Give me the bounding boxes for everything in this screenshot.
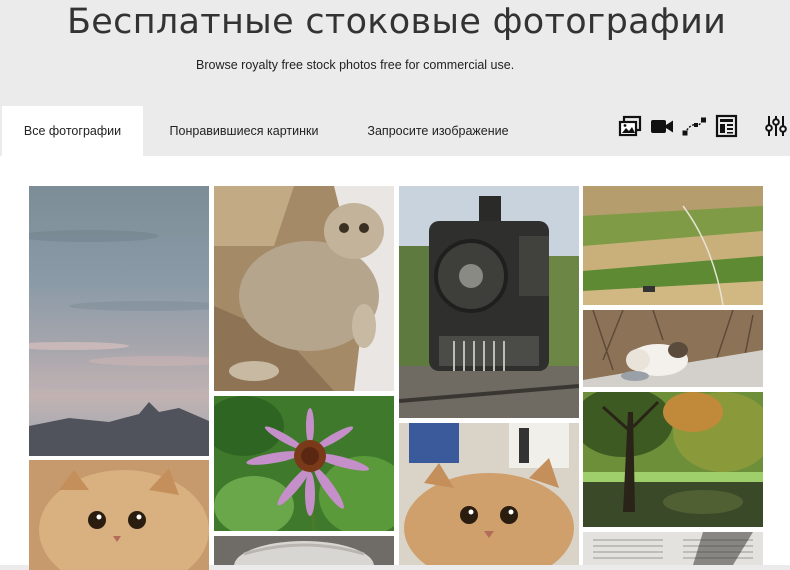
steam-locomotive-photo[interactable]	[399, 186, 579, 418]
cat-lying-photo[interactable]	[214, 186, 394, 391]
tab-all-photos[interactable]: Все фотографии	[2, 106, 143, 156]
photos-icon[interactable]	[618, 114, 644, 138]
newspaper-photo[interactable]	[583, 532, 763, 565]
coneflower-photo[interactable]	[214, 396, 394, 531]
knit-hat-photo[interactable]	[214, 536, 394, 565]
filters-icon[interactable]	[764, 114, 790, 138]
cat-closeup-photo[interactable]	[29, 460, 209, 570]
video-icon[interactable]	[650, 114, 676, 138]
page-title: Бесплатные стоковые фотографии	[67, 2, 727, 42]
page-subtitle: Browse royalty free stock photos free fo…	[196, 58, 515, 72]
vector-icon[interactable]	[681, 114, 707, 138]
tab-request-image[interactable]: Запросите изображение	[358, 106, 518, 156]
layout-icon[interactable]	[714, 114, 740, 138]
photo-gallery	[0, 156, 790, 570]
cat-window-photo[interactable]	[399, 423, 579, 565]
cat-eating-photo[interactable]	[583, 310, 763, 387]
fields-landscape-photo[interactable]	[583, 186, 763, 305]
tree-pond-photo[interactable]	[583, 392, 763, 527]
tab-liked-images[interactable]: Понравившиеся картинки	[160, 106, 328, 156]
sky-mountain-photo[interactable]	[29, 186, 209, 456]
